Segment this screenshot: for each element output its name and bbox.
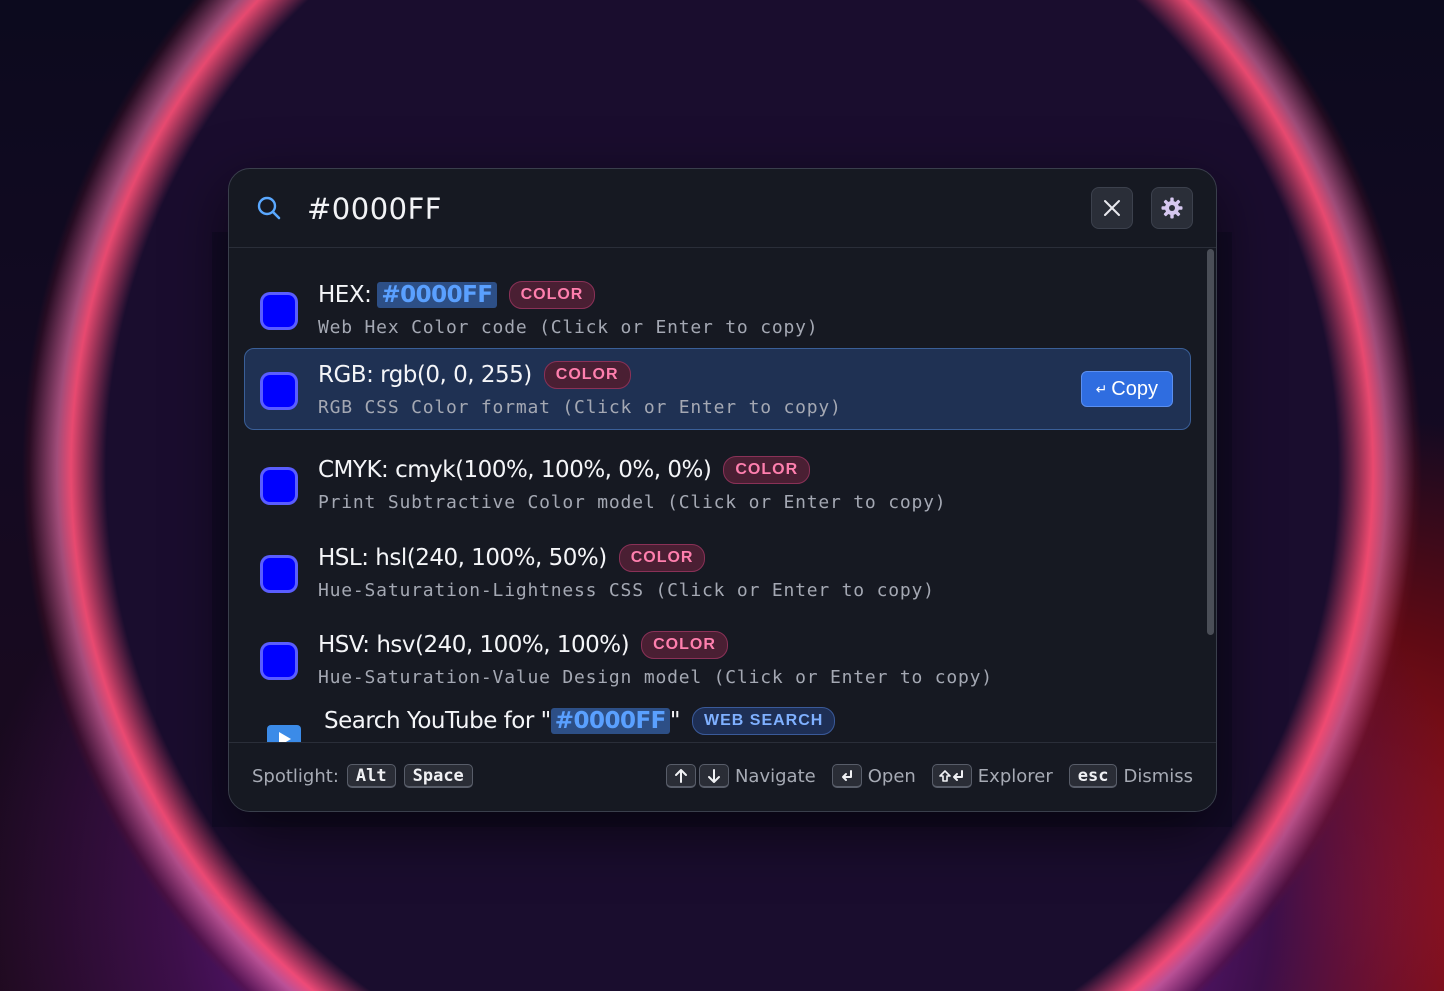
gear-icon <box>1161 197 1183 219</box>
query-highlight: #0000FF <box>550 708 670 734</box>
color-badge: COLOR <box>641 631 728 659</box>
result-title: HSV: hsv(240, 100%, 100%) COLOR <box>318 631 728 659</box>
key-space: Space <box>403 764 473 788</box>
spotlight-palette: HEX: #0000FF COLOR Web Hex Color code (C… <box>228 168 1217 812</box>
result-title: CMYK: cmyk(100%, 100%, 0%, 0%) COLOR <box>318 456 811 484</box>
spotlight-shortcut: Spotlight: Alt Space <box>252 764 473 788</box>
result-youtube[interactable]: Search YouTube for " #0000FF " WEB SEARC… <box>244 694 1191 742</box>
color-badge: COLOR <box>618 544 706 572</box>
result-title: RGB: rgb(0, 0, 255) COLOR <box>318 361 631 389</box>
result-prefix: RGB: rgb(0, 0, 255) <box>318 362 532 388</box>
dismiss-hint: esc Dismiss <box>1068 764 1193 788</box>
search-icon <box>257 196 281 220</box>
shift-enter-icon <box>931 764 972 788</box>
result-hsl[interactable]: HSL: hsl(240, 100%, 50%) COLOR Hue-Satur… <box>244 531 1191 613</box>
footer-hints: Spotlight: Alt Space Navigate Open Explo… <box>229 742 1216 811</box>
spotlight-label: Spotlight: <box>252 765 339 787</box>
result-rgb[interactable]: RGB: rgb(0, 0, 255) COLOR RGB CSS Color … <box>244 348 1191 430</box>
result-title: HEX: #0000FF COLOR <box>318 281 596 309</box>
arrow-up-icon <box>665 764 696 788</box>
open-hint: Open <box>831 764 916 788</box>
result-prefix: Search YouTube for " <box>324 708 551 734</box>
color-badge: COLOR <box>543 361 631 389</box>
result-hsv[interactable]: HSV: hsv(240, 100%, 100%) COLOR Hue-Satu… <box>244 618 1191 700</box>
color-swatch <box>263 645 295 677</box>
search-bar <box>229 169 1216 248</box>
dismiss-label: Dismiss <box>1123 765 1193 787</box>
enter-icon: ↵ <box>1095 380 1108 397</box>
key-alt: Alt <box>346 764 396 788</box>
result-subtitle: Hue-Saturation-Lightness CSS (Click or E… <box>318 580 935 601</box>
result-subtitle: Web Hex Color code (Click or Enter to co… <box>318 317 819 338</box>
copy-label: Copy <box>1111 377 1158 400</box>
youtube-icon <box>267 725 301 742</box>
scrollbar-thumb[interactable] <box>1207 249 1214 635</box>
color-swatch <box>263 295 295 327</box>
key-esc: esc <box>1068 764 1118 788</box>
result-prefix: HEX: <box>318 282 372 308</box>
navigate-hint: Navigate <box>665 764 816 788</box>
arrow-down-icon <box>698 764 729 788</box>
explorer-label: Explorer <box>977 765 1053 787</box>
color-badge: COLOR <box>508 281 596 309</box>
search-input[interactable] <box>305 187 1009 231</box>
results-list: HEX: #0000FF COLOR Web Hex Color code (C… <box>229 248 1216 742</box>
result-title: HSL: hsl(240, 100%, 50%) COLOR <box>318 544 706 572</box>
result-subtitle: Hue-Saturation-Value Design model (Click… <box>318 667 993 688</box>
clear-button[interactable] <box>1091 187 1133 229</box>
copy-button[interactable]: ↵ Copy <box>1080 371 1173 407</box>
query-highlight: #0000FF <box>377 282 497 308</box>
result-hex[interactable]: HEX: #0000FF COLOR Web Hex Color code (C… <box>244 268 1191 350</box>
settings-button[interactable] <box>1151 187 1193 229</box>
result-prefix: HSL: hsl(240, 100%, 50%) <box>318 545 607 571</box>
result-suffix: " <box>669 708 681 734</box>
web-search-badge: WEB SEARCH <box>692 707 836 735</box>
navigate-label: Navigate <box>734 765 816 787</box>
color-swatch <box>263 558 295 590</box>
color-swatch <box>263 470 295 502</box>
keyboard-hints: Navigate Open Explorer esc Dismiss <box>650 764 1193 788</box>
color-swatch <box>263 375 295 407</box>
result-cmyk[interactable]: CMYK: cmyk(100%, 100%, 0%, 0%) COLOR Pri… <box>244 443 1191 525</box>
result-subtitle: Print Subtractive Color model (Click or … <box>318 492 947 513</box>
result-title: Search YouTube for " #0000FF " WEB SEARC… <box>324 707 836 735</box>
explorer-hint: Explorer <box>931 764 1053 788</box>
result-subtitle: RGB CSS Color format (Click or Enter to … <box>318 397 842 418</box>
open-label: Open <box>867 765 916 787</box>
color-badge: COLOR <box>723 456 811 484</box>
close-icon <box>1104 200 1120 216</box>
result-prefix: HSV: hsv(240, 100%, 100%) <box>318 632 630 658</box>
enter-icon <box>831 764 862 788</box>
result-prefix: CMYK: cmyk(100%, 100%, 0%, 0%) <box>318 457 712 483</box>
